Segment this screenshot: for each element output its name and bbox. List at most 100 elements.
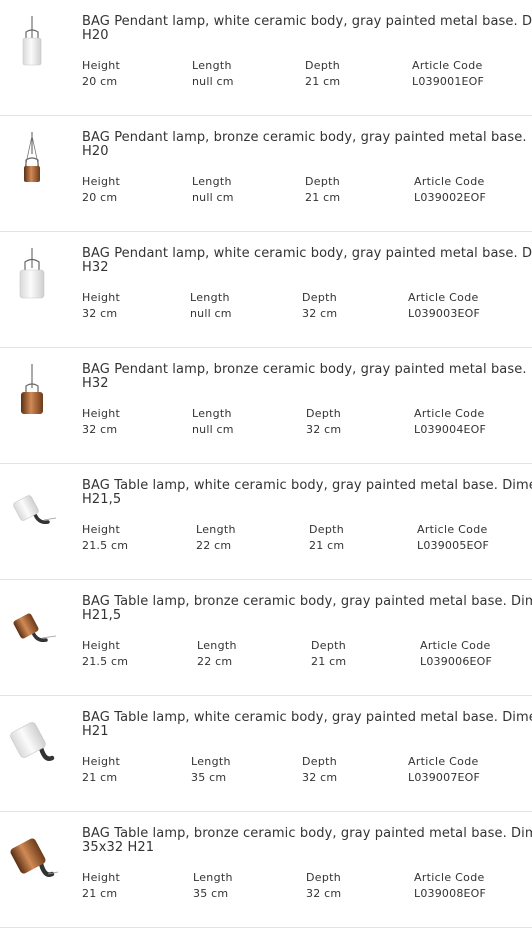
- table-lamp-large-white-icon[interactable]: [4, 710, 60, 776]
- spec-height-label: Height: [82, 755, 121, 768]
- spec-article-code-value: L039005EOF: [417, 539, 490, 552]
- spec-article-code-label: Article Code: [414, 407, 485, 420]
- spec-article-code-value: L039007EOF: [408, 771, 481, 784]
- spec-article-code: Article Code L039005EOF: [417, 522, 489, 554]
- product-list: BAG Pendant lamp, white ceramic body, gr…: [0, 0, 532, 928]
- product-title[interactable]: BAG Table lamp, white ceramic body, gray…: [82, 479, 532, 507]
- product-title-line-2[interactable]: H32: [82, 377, 532, 391]
- table-lamp-large-bronze-icon[interactable]: [4, 826, 60, 892]
- spec-height-label: Height: [82, 407, 121, 420]
- spec-length-value: 35 cm: [191, 771, 227, 784]
- product-title[interactable]: BAG Table lamp, bronze ceramic body, gra…: [82, 827, 532, 855]
- product-row[interactable]: BAG Pendant lamp, white ceramic body, gr…: [0, 232, 532, 348]
- product-title-line-1[interactable]: BAG Table lamp, white ceramic body, gray…: [82, 479, 532, 493]
- spec-article-code-value: L039002EOF: [414, 191, 487, 204]
- spec-length-label: Length: [196, 523, 236, 536]
- spec-length-label: Length: [192, 59, 232, 72]
- product-title-line-1[interactable]: BAG Pendant lamp, bronze ceramic body, g…: [82, 131, 532, 145]
- spec-depth-label: Depth: [305, 175, 341, 188]
- spec-depth: Depth 32 cm: [302, 754, 337, 786]
- product-row[interactable]: BAG Table lamp, bronze ceramic body, gra…: [0, 812, 532, 928]
- spec-length: Length null cm: [190, 290, 232, 322]
- spec-article-code-label: Article Code: [417, 523, 488, 536]
- product-title-line-2[interactable]: 35x32 H21: [82, 841, 532, 855]
- product-row[interactable]: BAG Table lamp, white ceramic body, gray…: [0, 464, 532, 580]
- spec-height-label: Height: [82, 59, 121, 72]
- spec-height: Height 21 cm: [82, 754, 120, 786]
- spec-height-label: Height: [82, 639, 121, 652]
- spec-length-value: 22 cm: [197, 655, 233, 668]
- spec-height-label: Height: [82, 523, 121, 536]
- product-title-line-2[interactable]: H20: [82, 145, 532, 159]
- product-row[interactable]: BAG Pendant lamp, bronze ceramic body, g…: [0, 116, 532, 232]
- spec-depth-value: 21 cm: [309, 539, 345, 552]
- spec-depth-label: Depth: [311, 639, 347, 652]
- spec-depth: Depth 21 cm: [305, 58, 340, 90]
- product-title-line-1[interactable]: BAG Table lamp, bronze ceramic body, gra…: [82, 595, 532, 609]
- product-row[interactable]: BAG Table lamp, white ceramic body, gray…: [0, 696, 532, 812]
- product-title-line-2[interactable]: H20: [82, 29, 532, 43]
- spec-article-code-value: L039003EOF: [408, 307, 481, 320]
- product-title[interactable]: BAG Pendant lamp, bronze ceramic body, g…: [82, 363, 532, 391]
- spec-height: Height 20 cm: [82, 174, 120, 206]
- spec-length: Length null cm: [192, 406, 234, 438]
- table-lamp-small-bronze-icon[interactable]: [4, 594, 60, 660]
- spec-depth-value: 21 cm: [305, 75, 341, 88]
- spec-depth-value: 21 cm: [311, 655, 347, 668]
- product-title[interactable]: BAG Pendant lamp, white ceramic body, gr…: [82, 15, 532, 43]
- spec-depth-label: Depth: [306, 407, 342, 420]
- product-title[interactable]: BAG Pendant lamp, white ceramic body, gr…: [82, 247, 532, 275]
- product-title-line-2[interactable]: H21: [82, 725, 532, 739]
- spec-length: Length 22 cm: [196, 522, 236, 554]
- product-row[interactable]: BAG Pendant lamp, white ceramic body, gr…: [0, 0, 532, 116]
- product-title-line-1[interactable]: BAG Pendant lamp, white ceramic body, gr…: [82, 15, 532, 29]
- product-title-line-1[interactable]: BAG Pendant lamp, white ceramic body, gr…: [82, 247, 532, 261]
- product-title-line-2[interactable]: H21,5: [82, 493, 532, 507]
- spec-article-code-label: Article Code: [408, 755, 479, 768]
- product-title[interactable]: BAG Pendant lamp, bronze ceramic body, g…: [82, 131, 532, 159]
- product-title-line-1[interactable]: BAG Table lamp, bronze ceramic body, gra…: [82, 827, 532, 841]
- spec-length-value: null cm: [192, 191, 234, 204]
- spec-height-value: 21.5 cm: [82, 655, 129, 668]
- spec-depth: Depth 21 cm: [305, 174, 340, 206]
- product-title-line-1[interactable]: BAG Table lamp, white ceramic body, gray…: [82, 711, 532, 725]
- spec-article-code: Article Code L039003EOF: [408, 290, 480, 322]
- product-row[interactable]: BAG Pendant lamp, bronze ceramic body, g…: [0, 348, 532, 464]
- spec-article-code: Article Code L039008EOF: [414, 870, 486, 902]
- spec-depth: Depth 32 cm: [306, 870, 341, 902]
- spec-height-value: 20 cm: [82, 75, 118, 88]
- spec-article-code: Article Code L039002EOF: [414, 174, 486, 206]
- product-row[interactable]: BAG Table lamp, bronze ceramic body, gra…: [0, 580, 532, 696]
- product-title[interactable]: BAG Table lamp, bronze ceramic body, gra…: [82, 595, 532, 623]
- spec-article-code-label: Article Code: [420, 639, 491, 652]
- spec-length-label: Length: [192, 407, 232, 420]
- spec-article-code: Article Code L039006EOF: [420, 638, 492, 670]
- spec-depth-label: Depth: [309, 523, 345, 536]
- spec-article-code-value: L039001EOF: [412, 75, 485, 88]
- product-title-line-1[interactable]: BAG Pendant lamp, bronze ceramic body, g…: [82, 363, 532, 377]
- spec-article-code: Article Code L039001EOF: [412, 58, 484, 90]
- spec-length: Length null cm: [192, 58, 234, 90]
- spec-article-code: Article Code L039004EOF: [414, 406, 486, 438]
- spec-article-code-label: Article Code: [414, 871, 485, 884]
- spec-length-value: 35 cm: [193, 887, 229, 900]
- product-title[interactable]: BAG Table lamp, white ceramic body, gray…: [82, 711, 532, 739]
- pendant-lamp-large-bronze-icon[interactable]: [4, 362, 60, 428]
- spec-height: Height 32 cm: [82, 406, 120, 438]
- spec-height: Height 21.5 cm: [82, 638, 128, 670]
- product-title-line-2[interactable]: H32: [82, 261, 532, 275]
- spec-length-value: null cm: [190, 307, 232, 320]
- spec-depth: Depth 32 cm: [302, 290, 337, 322]
- pendant-lamp-large-white-icon[interactable]: [4, 246, 60, 312]
- spec-length: Length 35 cm: [191, 754, 231, 786]
- pendant-lamp-small-bronze-icon[interactable]: [4, 130, 60, 196]
- spec-height-value: 21 cm: [82, 771, 118, 784]
- product-title-line-2[interactable]: H21,5: [82, 609, 532, 623]
- spec-depth-value: 32 cm: [302, 771, 338, 784]
- spec-height-value: 32 cm: [82, 423, 118, 436]
- pendant-lamp-small-white-icon[interactable]: [4, 14, 60, 80]
- spec-article-code-value: L039008EOF: [414, 887, 487, 900]
- spec-depth-label: Depth: [302, 291, 338, 304]
- table-lamp-small-white-icon[interactable]: [4, 478, 60, 544]
- spec-article-code-label: Article Code: [412, 59, 483, 72]
